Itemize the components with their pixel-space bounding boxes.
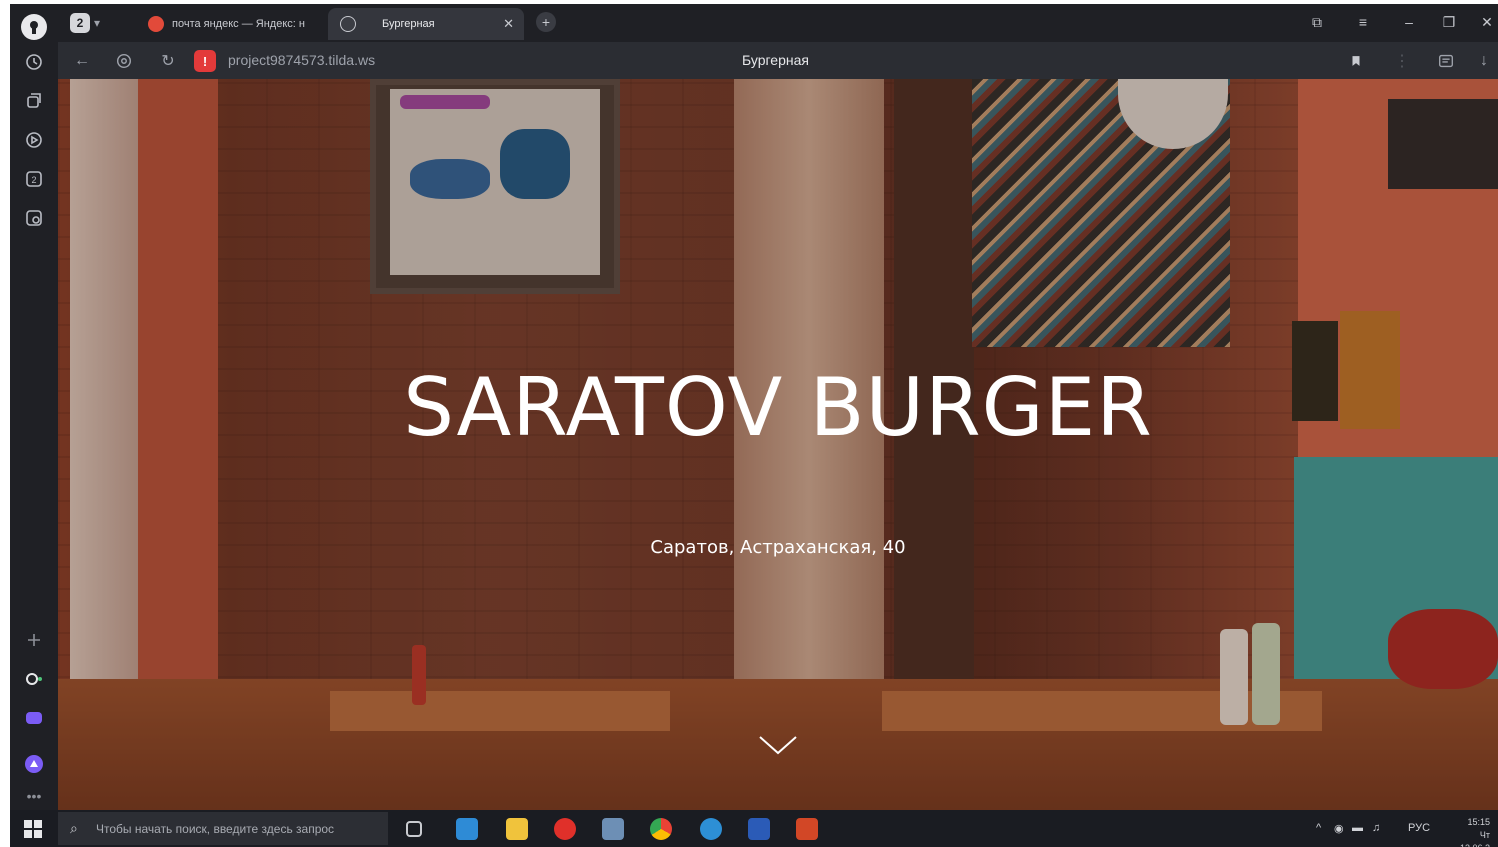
windows-taskbar: ⌕ Чтобы начать поиск, введите здесь запр… (10, 810, 1498, 847)
yandex-browser-icon[interactable] (554, 818, 576, 840)
close-window-icon[interactable]: ✕ (1476, 14, 1498, 31)
tab-burgernaya[interactable]: Бургерная ✕ (328, 8, 524, 40)
tab-yandex-mail[interactable]: почта яндекс — Яндекс: н (136, 8, 324, 40)
url-field[interactable]: project9874573.tilda.ws (228, 52, 375, 68)
play-icon[interactable] (22, 128, 46, 152)
clock-time: 15:15 (1467, 817, 1490, 827)
chrome-icon[interactable] (650, 818, 672, 840)
search-placeholder: Чтобы начать поиск, введите здесь запрос (96, 821, 335, 836)
powerpoint-icon[interactable] (796, 818, 818, 840)
word-icon[interactable] (748, 818, 770, 840)
taskbar-search[interactable]: ⌕ Чтобы начать поиск, введите здесь запр… (58, 812, 388, 845)
page-title: Бургерная (742, 52, 809, 68)
edge-icon[interactable] (700, 818, 722, 840)
protect-icon[interactable] (114, 51, 134, 71)
reload-icon[interactable]: ↻ (158, 51, 178, 71)
alice-assistant-icon[interactable] (22, 752, 46, 776)
clock-date: Чт 13.06.2 (1460, 830, 1490, 847)
task-view-icon[interactable] (406, 821, 422, 837)
messenger-icon[interactable] (22, 706, 46, 730)
close-tab-icon[interactable]: ✕ (503, 16, 514, 32)
collections-icon[interactable] (22, 89, 46, 113)
tab-label: Бургерная (382, 18, 435, 30)
search-icon: ⌕ (70, 820, 78, 836)
mail-app-icon[interactable] (456, 818, 478, 840)
tab-manager-icon[interactable]: ⧉ (1306, 14, 1328, 31)
restore-icon[interactable]: ❐ (1438, 14, 1460, 31)
alice-icon[interactable] (22, 667, 46, 691)
menu-icon[interactable]: ≡ (1352, 14, 1374, 30)
battery-icon[interactable]: ▬ (1352, 822, 1363, 834)
bookmark-icon[interactable] (1346, 51, 1366, 71)
back-arrow-icon[interactable]: ← (72, 51, 92, 71)
tray-expand-icon[interactable]: ^ (1316, 822, 1321, 834)
svg-text:2: 2 (31, 175, 36, 185)
new-tab-plus-icon[interactable]: + (536, 12, 556, 32)
screen: 2 ••• 2 ▾ почта яндекс — Яндекс: н Бурге… (10, 4, 1498, 847)
more-icon[interactable]: ••• (22, 784, 46, 808)
app-icon[interactable] (602, 818, 624, 840)
reader-mode-icon[interactable] (1436, 51, 1456, 71)
yandex-mail-favicon-icon (148, 16, 164, 32)
address-bar: ← ↻ ! project9874573.tilda.ws Бургерная … (58, 42, 1498, 79)
volume-icon[interactable]: ♫ (1372, 822, 1380, 834)
windows-start-icon[interactable] (24, 820, 42, 838)
separator-icon: ⋮ (1394, 53, 1410, 70)
hero-section: SARATOV BURGER Саратов, Астраханская, 40 (58, 79, 1498, 810)
hero-title: SARATOV BURGER (403, 361, 1153, 454)
download-icon[interactable]: ↓ (1474, 51, 1494, 71)
tab-label: почта яндекс — Яндекс: н (172, 18, 305, 30)
warning-icon[interactable]: ! (194, 50, 216, 72)
tilda-favicon-icon (340, 16, 356, 32)
tab-counter-badge[interactable]: 2 (70, 13, 90, 33)
chevron-down-icon[interactable] (758, 733, 798, 757)
language-indicator[interactable]: РУС (1408, 822, 1430, 834)
hero-subtitle: Саратов, Астраханская, 40 (650, 537, 906, 558)
history-icon[interactable] (22, 50, 46, 74)
file-explorer-icon[interactable] (506, 818, 528, 840)
profile-icon[interactable] (21, 14, 47, 40)
tab-strip: 2 ▾ почта яндекс — Яндекс: н Бургерная ✕… (58, 4, 1498, 42)
tabs-menu-chevron-icon[interactable]: ▾ (94, 16, 100, 30)
minimize-icon[interactable]: – (1398, 14, 1420, 30)
network-icon[interactable]: ◉ (1334, 822, 1344, 835)
counter-icon[interactable]: 2 (22, 167, 46, 191)
browser-sidebar: 2 ••• (10, 4, 58, 810)
screenshot-icon[interactable] (22, 206, 46, 230)
taskbar-clock[interactable]: 15:15 Чт 13.06.2 (1448, 816, 1490, 847)
plus-icon[interactable] (22, 628, 46, 652)
